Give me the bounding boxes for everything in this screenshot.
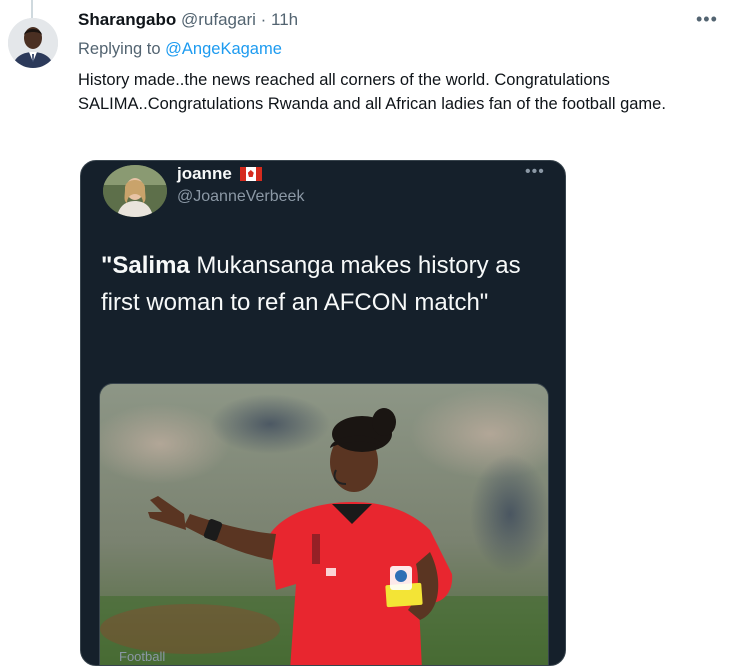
separator: · <box>260 10 267 29</box>
display-name[interactable]: Sharangabo <box>78 10 176 29</box>
tweet-header: Sharangabo @rufagari · 11h <box>78 10 298 30</box>
media-category-label: Football <box>119 649 166 664</box>
quoted-handle[interactable]: @JoanneVerbeek <box>177 188 304 206</box>
avatar[interactable] <box>8 18 58 68</box>
thread-line <box>31 0 33 18</box>
quoted-display-name[interactable]: joanne <box>177 164 262 184</box>
timestamp[interactable]: 11h <box>271 10 298 29</box>
quoted-avatar[interactable] <box>103 165 167 217</box>
quoted-name-text: joanne <box>177 164 232 183</box>
quoted-tweet-text: "Salima Mukansanga makes history as firs… <box>101 247 551 321</box>
replying-to-label: Replying to <box>78 40 161 58</box>
more-horizontal-icon[interactable]: ••• <box>696 10 718 28</box>
reply-mention-link[interactable]: @AngeKagame <box>165 40 282 58</box>
tweet[interactable]: Sharangabo @rufagari · 11h ••• Replying … <box>0 0 750 666</box>
replying-to: Replying to @AngeKagame <box>78 40 282 59</box>
canada-flag-icon <box>239 167 262 181</box>
tweet-text: History made..the news reached all corne… <box>78 71 666 113</box>
quoted-more-icon[interactable]: ••• <box>525 163 545 181</box>
user-handle[interactable]: @rufagari <box>181 10 256 29</box>
quoted-media-image[interactable] <box>99 383 549 665</box>
quoted-text-bold: "Salima <box>101 252 190 279</box>
quoted-tweet[interactable]: joanne @JoanneVerbeek ••• "Salima Mukans… <box>80 160 566 666</box>
